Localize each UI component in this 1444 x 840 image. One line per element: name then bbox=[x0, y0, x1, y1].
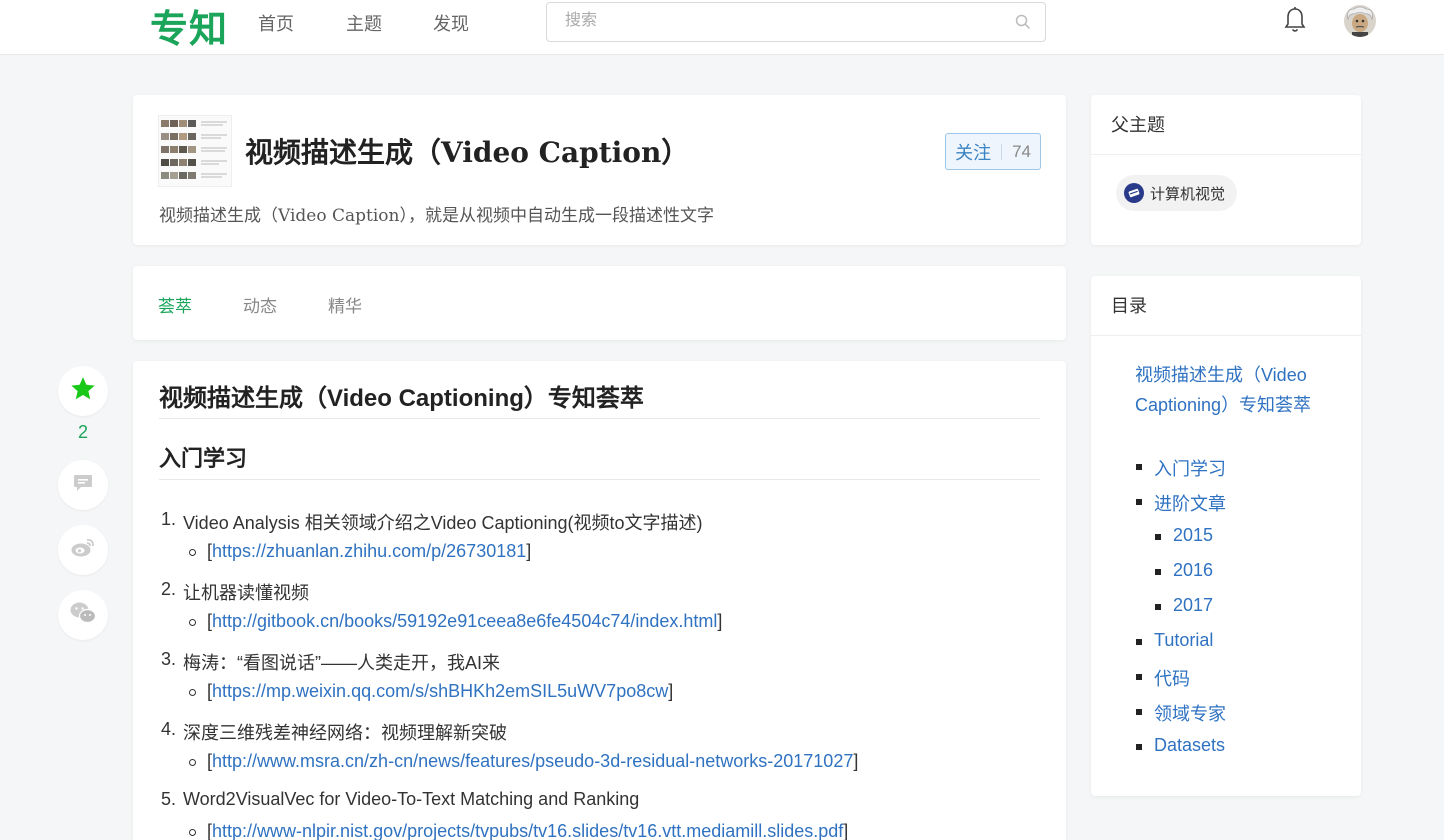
nav-discover[interactable]: 发现 bbox=[433, 10, 469, 36]
toc-heading: 目录 bbox=[1111, 296, 1147, 316]
list-item: 5. Word2VisualVec for Video-To-Text Matc… bbox=[159, 787, 1059, 840]
toc-bullet bbox=[1136, 744, 1142, 750]
wechat-share-button[interactable] bbox=[58, 590, 108, 640]
list-item-number: 1. bbox=[161, 509, 177, 529]
toc-card: 目录 视频描述生成（Video Captioning）专知荟萃 入门学习 进阶文… bbox=[1091, 276, 1361, 796]
list-item-number: 3. bbox=[161, 649, 177, 669]
toc-bullet bbox=[1155, 534, 1161, 540]
toc-item[interactable]: 领域专家 bbox=[1154, 700, 1226, 726]
search-box bbox=[546, 2, 1046, 42]
top-navbar: 专知 首页 主题 发现 bbox=[0, 0, 1444, 55]
weibo-icon bbox=[70, 537, 96, 564]
article-title: 视频描述生成（Video Captioning）专知荟萃 bbox=[159, 385, 644, 412]
computer-vision-icon bbox=[1124, 183, 1144, 203]
toc-item[interactable]: 2015 bbox=[1173, 525, 1213, 546]
topic-description: 视频描述生成（Video Caption），就是从视频中自动生成一段描述性文字 bbox=[159, 206, 714, 226]
title-divider bbox=[159, 418, 1040, 419]
list-item-link-line: [http://gitbook.cn/books/59192e91ceea8e6… bbox=[207, 611, 723, 631]
section-heading: 入门学习 bbox=[159, 446, 248, 471]
comment-icon bbox=[72, 472, 94, 499]
bullet-marker bbox=[189, 689, 196, 696]
star-count: 2 bbox=[77, 422, 88, 442]
article-card: 视频描述生成（Video Captioning）专知荟萃 入门学习 1. Vid… bbox=[133, 361, 1066, 840]
nav-home[interactable]: 首页 bbox=[258, 10, 294, 36]
bell-icon[interactable] bbox=[1283, 6, 1307, 39]
toc-bullet bbox=[1136, 464, 1142, 470]
toc-item[interactable]: Datasets bbox=[1154, 735, 1225, 756]
list-item-link[interactable]: https://mp.weixin.qq.com/s/shBHKh2emSIL5… bbox=[212, 681, 668, 701]
list-item-link-line: [http://www.msra.cn/zh-cn/news/features/… bbox=[207, 751, 859, 771]
list-item-number: 5. bbox=[161, 789, 177, 809]
toc-bullet bbox=[1136, 674, 1142, 680]
toc-item[interactable]: 代码 bbox=[1154, 665, 1190, 691]
star-icon bbox=[69, 375, 97, 408]
list-item-text: 梅涛：“看图说话”——人类走开，我AI来 bbox=[183, 653, 500, 673]
bullet-marker bbox=[189, 619, 196, 626]
list-item-link[interactable]: http://gitbook.cn/books/59192e91ceea8e6f… bbox=[212, 611, 717, 631]
toc-bullet bbox=[1155, 569, 1161, 575]
list-item-link[interactable]: http://www.msra.cn/zh-cn/news/features/p… bbox=[212, 751, 853, 771]
list-item-text: 让机器读懂视频 bbox=[183, 583, 309, 603]
list-item-text: Word2VisualVec for Video-To-Text Matchin… bbox=[183, 789, 640, 809]
star-button[interactable] bbox=[58, 366, 108, 416]
toc-bullet bbox=[1136, 709, 1142, 715]
search-input[interactable] bbox=[565, 3, 1005, 39]
nav-topics[interactable]: 主题 bbox=[346, 10, 382, 36]
parent-topic-card: 父主题 计算机视觉 bbox=[1091, 95, 1361, 245]
list-item-link[interactable]: https://zhuanlan.zhihu.com/p/26730181 bbox=[212, 541, 526, 561]
bullet-marker bbox=[189, 759, 196, 766]
list-item-link-line: [http://www-nlpir.nist.gov/projects/tvpu… bbox=[207, 821, 849, 840]
list-item: 1. Video Analysis 相关领域介绍之Video Captionin… bbox=[159, 507, 1059, 577]
parent-topic-label: 计算机视觉 bbox=[1150, 185, 1226, 203]
list-item-number: 4. bbox=[161, 719, 177, 739]
wechat-icon bbox=[69, 601, 97, 630]
list-item: 2. 让机器读懂视频 [http://gitbook.cn/books/5919… bbox=[159, 577, 1059, 647]
bullet-marker bbox=[189, 549, 196, 556]
section-divider bbox=[159, 479, 1040, 480]
parent-topic-chip[interactable]: 计算机视觉 bbox=[1116, 175, 1238, 211]
list-item-link-line: [https://zhuanlan.zhihu.com/p/26730181] bbox=[207, 541, 532, 561]
weibo-share-button[interactable] bbox=[58, 525, 108, 575]
article-list: 1. Video Analysis 相关领域介绍之Video Captionin… bbox=[159, 507, 1059, 840]
tab-activity[interactable]: 动态 bbox=[243, 292, 277, 317]
list-item-text: 深度三维残差神经网络：视频理解新突破 bbox=[183, 723, 507, 743]
toc-item[interactable]: 2016 bbox=[1173, 560, 1213, 581]
toc-title-link[interactable]: 视频描述生成（Video Captioning）专知荟萃 bbox=[1135, 360, 1335, 420]
search-icon[interactable] bbox=[1015, 14, 1031, 35]
follow-label: 关注 bbox=[955, 142, 992, 163]
topic-header-card: 视频描述生成（Video Caption） 视频描述生成（Video Capti… bbox=[133, 95, 1066, 245]
topic-thumbnail bbox=[158, 115, 232, 187]
toc-bullet bbox=[1136, 639, 1142, 645]
toc-item[interactable]: 入门学习 bbox=[1154, 455, 1226, 481]
list-item: 3. 梅涛：“看图说话”——人类走开，我AI来 [https://mp.weix… bbox=[159, 647, 1059, 717]
comment-button[interactable] bbox=[58, 460, 108, 510]
divider bbox=[1091, 335, 1361, 336]
toc-item[interactable]: 2017 bbox=[1173, 595, 1213, 616]
list-item-text: Video Analysis 相关领域介绍之Video Captioning(视… bbox=[183, 513, 703, 533]
toc-bullet bbox=[1155, 604, 1161, 610]
parent-topic-heading: 父主题 bbox=[1111, 115, 1165, 135]
list-item-number: 2. bbox=[161, 579, 177, 599]
tab-essence[interactable]: 精华 bbox=[328, 292, 362, 317]
follow-separator bbox=[1001, 143, 1003, 160]
site-logo[interactable]: 专知 bbox=[150, 0, 228, 53]
tabs-card: 荟萃 动态 精华 bbox=[133, 266, 1066, 340]
toc-bullet bbox=[1136, 499, 1142, 505]
topic-title: 视频描述生成（Video Caption） bbox=[245, 136, 690, 169]
list-item-link-line: [https://mp.weixin.qq.com/s/shBHKh2emSIL… bbox=[207, 681, 674, 701]
tab-highlights[interactable]: 荟萃 bbox=[158, 292, 192, 317]
follow-button[interactable]: 关注 74 bbox=[945, 133, 1041, 170]
list-item: 4. 深度三维残差神经网络：视频理解新突破 [http://www.msra.c… bbox=[159, 717, 1059, 787]
bullet-marker bbox=[189, 829, 196, 836]
list-item-link[interactable]: http://www-nlpir.nist.gov/projects/tvpub… bbox=[212, 821, 843, 840]
avatar[interactable] bbox=[1344, 5, 1376, 37]
divider bbox=[1091, 154, 1361, 155]
follow-count: 74 bbox=[1012, 141, 1031, 161]
toc-item[interactable]: 进阶文章 bbox=[1154, 490, 1226, 516]
toc-item[interactable]: Tutorial bbox=[1154, 630, 1213, 651]
